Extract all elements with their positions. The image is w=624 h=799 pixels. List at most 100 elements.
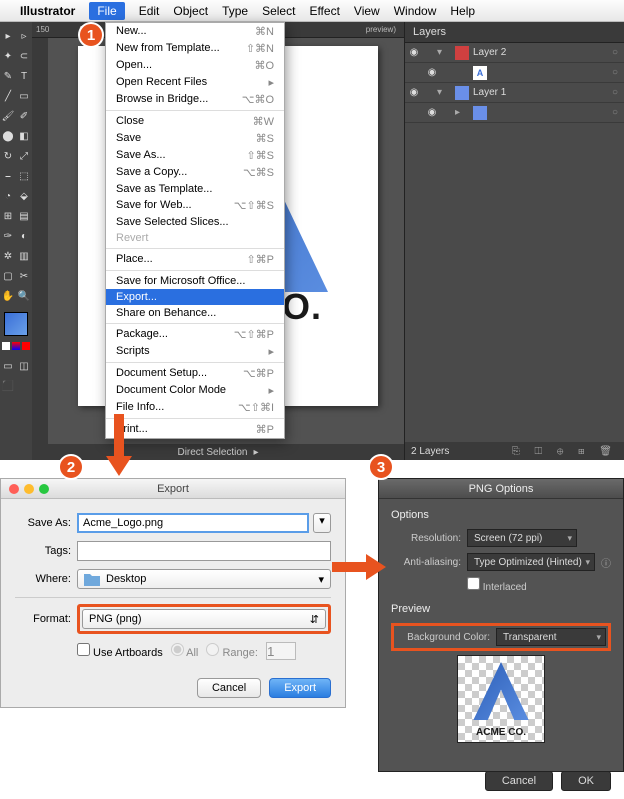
menu-item-save-selected-slices[interactable]: Save Selected Slices... bbox=[106, 214, 284, 230]
document-tab[interactable]: preview) bbox=[366, 25, 396, 34]
export-titlebar: Export bbox=[1, 479, 345, 499]
layers-tab[interactable]: Layers bbox=[405, 22, 624, 43]
menu-help[interactable]: Help bbox=[450, 4, 475, 18]
symbol-sprayer-tool[interactable]: ✲ bbox=[0, 246, 16, 266]
menu-object[interactable]: Object bbox=[173, 4, 208, 18]
export-dialog: Export Save As: ▾ Tags: Where: Desktop ▾… bbox=[0, 478, 346, 708]
pen-tool[interactable]: ✎ bbox=[0, 66, 16, 86]
none-mode-icon[interactable] bbox=[22, 342, 30, 350]
all-radio[interactable]: All bbox=[171, 643, 199, 659]
layer-row[interactable]: ◉▾Layer 2○ bbox=[405, 43, 624, 63]
draw-normal-icon[interactable]: ▭ bbox=[0, 356, 16, 376]
where-dropdown[interactable]: Desktop ▾ bbox=[77, 569, 331, 589]
menu-item-open-recent-files[interactable]: Open Recent Files▸ bbox=[106, 74, 284, 91]
resolution-label: Resolution: bbox=[391, 533, 461, 544]
step-badge-3: 3 bbox=[368, 454, 394, 480]
save-as-input[interactable] bbox=[77, 513, 309, 533]
layers-footer-buttons[interactable]: ⎘ ◫ ⊕ ⊞ 🗑 bbox=[512, 446, 618, 457]
blob-tool[interactable]: ⬤ bbox=[0, 126, 16, 146]
menu-item-document-setup[interactable]: Document Setup...⌥⌘P bbox=[106, 365, 284, 382]
draw-behind-icon[interactable]: ◫ bbox=[16, 356, 32, 376]
layer-row[interactable]: ◉A○ bbox=[405, 63, 624, 83]
rotate-tool[interactable]: ↻ bbox=[0, 146, 16, 166]
info-icon[interactable]: ⓘ bbox=[601, 555, 611, 570]
menu-window[interactable]: Window bbox=[394, 4, 437, 18]
brush-tool[interactable]: 🖌 bbox=[0, 106, 16, 126]
menu-item-open[interactable]: Open...⌘O bbox=[106, 57, 284, 74]
anti-aliasing-dropdown[interactable]: Type Optimized (Hinted) bbox=[467, 553, 595, 571]
eraser-tool[interactable]: ◧ bbox=[16, 126, 32, 146]
menu-item-share-on-behance[interactable]: Share on Behance... bbox=[106, 305, 284, 321]
menu-effect[interactable]: Effect bbox=[309, 4, 339, 18]
eyedropper-tool[interactable]: ✑ bbox=[0, 226, 16, 246]
column-graph-tool[interactable]: ▥ bbox=[16, 246, 32, 266]
menu-item-package[interactable]: Package...⌥⇧⌘P bbox=[106, 326, 284, 343]
tags-input[interactable] bbox=[77, 541, 331, 561]
blend-tool[interactable]: ◐ bbox=[16, 226, 32, 246]
menu-item-document-color-mode[interactable]: Document Color Mode▸ bbox=[106, 382, 284, 399]
menu-item-new[interactable]: New...⌘N bbox=[106, 23, 284, 40]
gradient-mode-icon[interactable] bbox=[12, 342, 20, 350]
lasso-tool[interactable]: ⊂ bbox=[16, 46, 32, 66]
direct-selection-tool[interactable]: ▹ bbox=[16, 26, 32, 46]
perspective-tool[interactable]: ⬙ bbox=[16, 186, 32, 206]
shape-builder-tool[interactable]: ◔ bbox=[0, 186, 16, 206]
menu-type[interactable]: Type bbox=[222, 4, 248, 18]
magic-wand-tool[interactable]: ✦ bbox=[0, 46, 16, 66]
color-mode-icon[interactable] bbox=[2, 342, 10, 350]
png-ok-button[interactable]: OK bbox=[561, 771, 611, 791]
layers-footer: 2 Layers ⎘ ◫ ⊕ ⊞ 🗑 bbox=[405, 442, 624, 460]
menu-edit[interactable]: Edit bbox=[139, 4, 160, 18]
menu-item-save-a-copy[interactable]: Save a Copy...⌥⌘S bbox=[106, 164, 284, 181]
menu-item-close[interactable]: Close⌘W bbox=[106, 113, 284, 130]
menu-item-new-from-template[interactable]: New from Template...⇧⌘N bbox=[106, 40, 284, 57]
app-name[interactable]: Illustrator bbox=[20, 4, 75, 18]
format-dropdown[interactable]: PNG (png) ⇵ bbox=[82, 609, 326, 629]
range-input[interactable] bbox=[266, 642, 296, 660]
menu-item-save-for-web[interactable]: Save for Web...⌥⇧⌘S bbox=[106, 197, 284, 214]
menu-item-browse-in-bridge[interactable]: Browse in Bridge...⌥⌘O bbox=[106, 91, 284, 108]
scale-tool[interactable]: ⤢ bbox=[16, 146, 32, 166]
menu-item-save-as-template[interactable]: Save as Template... bbox=[106, 181, 284, 197]
interlaced-checkbox[interactable]: Interlaced bbox=[467, 577, 527, 593]
history-dropdown-icon[interactable]: ▾ bbox=[313, 513, 331, 533]
mesh-tool[interactable]: ⊞ bbox=[0, 206, 16, 226]
use-artboards-checkbox[interactable]: Use Artboards bbox=[77, 643, 163, 659]
menu-item-save[interactable]: Save⌘S bbox=[106, 130, 284, 147]
file-menu-dropdown: New...⌘NNew from Template...⇧⌘NOpen...⌘O… bbox=[105, 22, 285, 439]
rectangle-tool[interactable]: ▭ bbox=[16, 86, 32, 106]
selection-tool[interactable]: ▸ bbox=[0, 26, 16, 46]
artboard-tool[interactable]: ▢ bbox=[0, 266, 16, 286]
pencil-tool[interactable]: ✐ bbox=[16, 106, 32, 126]
menu-item-save-as[interactable]: Save As...⇧⌘S bbox=[106, 147, 284, 164]
status-bar: Direct Selection▸ bbox=[32, 444, 404, 460]
width-tool[interactable]: ⎯ bbox=[0, 166, 16, 186]
png-titlebar: PNG Options bbox=[379, 479, 623, 499]
layer-row[interactable]: ◉▾Layer 1○ bbox=[405, 83, 624, 103]
menu-view[interactable]: View bbox=[354, 4, 380, 18]
cancel-button[interactable]: Cancel bbox=[197, 678, 261, 698]
free-transform-tool[interactable]: ⬚ bbox=[16, 166, 32, 186]
range-radio[interactable]: Range: bbox=[206, 643, 258, 659]
menu-item-scripts[interactable]: Scripts▸ bbox=[106, 343, 284, 360]
type-tool[interactable]: T bbox=[16, 66, 32, 86]
slice-tool[interactable]: ✂ bbox=[16, 266, 32, 286]
screen-mode-icon[interactable]: ⬛ bbox=[0, 376, 16, 396]
menu-select[interactable]: Select bbox=[262, 4, 295, 18]
gradient-tool[interactable]: ▤ bbox=[16, 206, 32, 226]
tools-panel: ▸▹ ✦⊂ ✎T ╱▭ 🖌✐ ⬤◧ ↻⤢ ⎯⬚ ◔⬙ ⊞▤ ✑◐ ✲▥ ▢✂ ✋… bbox=[0, 22, 32, 460]
zoom-tool[interactable]: 🔍 bbox=[16, 286, 32, 306]
png-cancel-button[interactable]: Cancel bbox=[485, 771, 553, 791]
menu-item-save-for-microsoft-office[interactable]: Save for Microsoft Office... bbox=[106, 273, 284, 289]
hand-tool[interactable]: ✋ bbox=[0, 286, 16, 306]
menu-item-export[interactable]: Export... bbox=[106, 289, 284, 305]
export-button[interactable]: Export bbox=[269, 678, 331, 698]
menu-file[interactable]: File bbox=[89, 2, 124, 20]
resolution-dropdown[interactable]: Screen (72 ppi) bbox=[467, 529, 577, 547]
layer-row[interactable]: ◉▸○ bbox=[405, 103, 624, 123]
anti-aliasing-label: Anti-aliasing: bbox=[391, 557, 461, 568]
bg-color-dropdown[interactable]: Transparent bbox=[496, 628, 606, 646]
line-tool[interactable]: ╱ bbox=[0, 86, 16, 106]
fill-stroke-swatch[interactable] bbox=[4, 312, 28, 336]
menu-item-place[interactable]: Place...⇧⌘P bbox=[106, 251, 284, 268]
